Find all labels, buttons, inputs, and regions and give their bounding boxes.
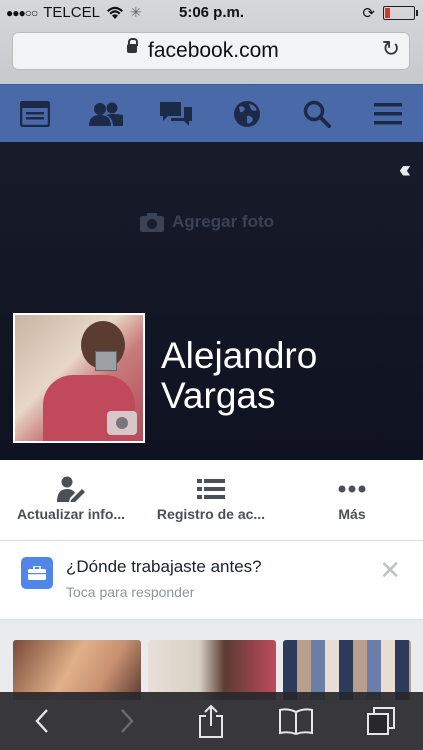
update-info-button[interactable]: Actualizar info... — [10, 460, 132, 540]
profile-actions: Actualizar info... Registro de ac... Más — [0, 460, 423, 541]
add-photo-label: Agregar foto — [172, 212, 274, 231]
status-bar: ●●●○○ TELCEL ✳ 5:06 p.m. ⟳ — [0, 0, 423, 26]
photo-thumbnail[interactable] — [13, 640, 141, 700]
friends-icon[interactable] — [86, 94, 126, 134]
news-feed-icon[interactable] — [15, 94, 55, 134]
briefcase-icon — [21, 557, 53, 589]
activity-log-icon — [196, 476, 226, 502]
add-cover-photo-button[interactable]: Agregar foto — [140, 212, 274, 232]
lock-icon — [127, 38, 138, 53]
work-question-card[interactable]: ¿Dónde trabajaste antes? Toca para respo… — [0, 541, 423, 620]
forward-icon[interactable] — [105, 699, 149, 743]
more-button[interactable]: Más — [300, 460, 404, 540]
facebook-nav-bar — [0, 84, 423, 143]
camera-icon[interactable] — [107, 411, 137, 435]
more-icon — [337, 476, 367, 502]
bookmarks-icon[interactable] — [274, 699, 318, 743]
photo-thumbnail[interactable] — [283, 640, 411, 700]
photo-thumbnail[interactable] — [148, 640, 276, 700]
share-icon[interactable] — [189, 699, 233, 743]
rotation-lock-icon: ⟳ — [362, 5, 375, 22]
photos-strip — [0, 620, 423, 700]
activity-log-label: Registro de ac... — [156, 506, 266, 522]
camera-icon — [140, 213, 164, 232]
update-info-label: Actualizar info... — [16, 506, 126, 522]
question-subtitle: Toca para responder — [66, 584, 195, 600]
question-title: ¿Dónde trabajaste antes? — [66, 557, 262, 576]
tabs-icon[interactable] — [359, 699, 403, 743]
messages-icon[interactable] — [156, 94, 196, 134]
safari-toolbar — [0, 692, 423, 750]
address-bar[interactable]: facebook.com ↻ — [12, 32, 410, 70]
menu-icon[interactable] — [368, 94, 408, 134]
profile-name: Alejandro Vargas — [161, 335, 318, 416]
battery-icon — [383, 6, 418, 20]
cover-photo-area: ‹‹‹ Agregar foto Alejandro Vargas — [0, 142, 423, 460]
back-icon[interactable] — [20, 699, 64, 743]
more-label: Más — [338, 506, 366, 522]
activity-log-button[interactable]: Registro de ac... — [150, 460, 272, 540]
reload-icon[interactable]: ↻ — [382, 36, 400, 62]
status-time: 5:06 p.m. — [178, 4, 245, 21]
profile-picture[interactable] — [13, 313, 145, 443]
browser-chrome: ●●●○○ TELCEL ✳ 5:06 p.m. ⟳ facebook.com … — [0, 0, 423, 84]
url-text: facebook.com — [148, 39, 279, 62]
collapse-chevrons-icon[interactable]: ‹‹‹ — [399, 156, 411, 184]
close-icon[interactable]: ✕ — [379, 555, 401, 586]
globe-icon[interactable] — [227, 94, 267, 134]
search-icon[interactable] — [297, 94, 337, 134]
edit-profile-icon — [56, 476, 86, 502]
